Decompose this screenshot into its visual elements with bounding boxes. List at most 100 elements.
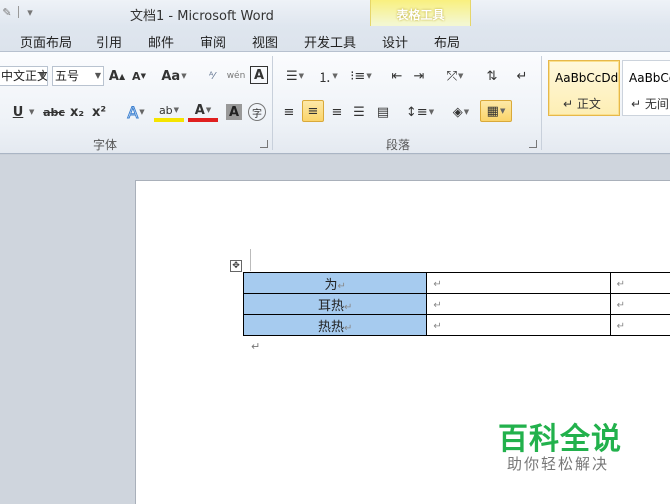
justify-button[interactable]: ☰ [350, 102, 368, 122]
show-marks-button[interactable]: ↵ [514, 66, 530, 86]
numbering-button[interactable]: ⒈ ▼ [314, 66, 342, 86]
table-cell[interactable]: ↵ [609, 293, 670, 315]
strikethrough-button[interactable]: abc [42, 102, 66, 122]
chevron-down-icon[interactable]: ▾ [23, 5, 37, 19]
table-cell[interactable]: 热热↵ [242, 314, 428, 336]
text-effects-button[interactable]: A ▼ [122, 102, 150, 122]
enclose-characters-icon: 字 [252, 108, 262, 120]
font-color-button[interactable]: A ▼ [188, 102, 218, 122]
end-of-cell-mark: ↵ [343, 301, 353, 313]
bullets-icon: ☰ [285, 68, 298, 84]
watermark-subtitle: 助你轻松解决 [507, 455, 610, 473]
chevron-down-icon: ▼ [38, 71, 45, 80]
change-case-icon: Aa [161, 68, 181, 84]
align-right-button[interactable]: ≡ [328, 102, 346, 122]
chevron-down-icon[interactable]: ▼ [29, 108, 34, 116]
table-cell[interactable]: ↵ [426, 314, 611, 336]
shrink-font-button[interactable]: A ▼ [130, 66, 148, 86]
shading-button[interactable]: ◈ ▼ [446, 102, 476, 122]
distribute-button[interactable]: ▤ [374, 102, 392, 122]
group-divider [272, 56, 273, 150]
borders-icon: ▦ [486, 103, 499, 119]
paragraph-mark-icon: ↵ [251, 340, 261, 353]
grow-font-button[interactable]: A ▲ [108, 66, 126, 86]
style-no-spacing[interactable]: AaBbCc ↵ 无间 [622, 60, 670, 116]
table-row: 为↵ ↵ ↵ [242, 272, 670, 294]
paint-bucket-icon: ◈ [452, 104, 463, 120]
sort-button[interactable]: ⇅ [482, 66, 502, 86]
char-shading-icon: A [228, 104, 240, 120]
shrink-font-icon: A [132, 69, 141, 83]
table-cell[interactable]: ↵ [426, 272, 611, 294]
subscript-icon: x₂ [69, 104, 85, 120]
quick-access-toolbar: ✎ ▾ [0, 3, 37, 21]
tab-view[interactable]: 视图 [252, 32, 278, 51]
table-cell[interactable]: 耳热↵ [242, 293, 428, 315]
end-of-cell-mark: ↵ [433, 320, 442, 332]
paragraph-mark-icon: ↵ [516, 68, 528, 84]
chevron-down-icon: ▼ [94, 71, 101, 80]
font-dialog-launcher[interactable] [260, 140, 268, 148]
table-cell[interactable]: ↵ [609, 314, 670, 336]
table-cell[interactable]: 为↵ [242, 272, 428, 294]
table-move-handle-icon[interactable]: ✥ [230, 260, 242, 272]
cell-text: 耳热 [317, 298, 344, 314]
style-name-label: 无间 [644, 97, 669, 111]
paragraph-group-label: 段落 [386, 138, 411, 152]
highlight-button[interactable]: ab ▼ [154, 102, 184, 122]
document-table[interactable]: 为↵ ↵ ↵ 耳热↵ ↵ ↵ 热热↵ ↵ ↵ [242, 272, 670, 336]
edit-icon[interactable]: ✎ [0, 5, 14, 19]
align-right-icon: ≡ [331, 104, 343, 120]
group-divider [541, 56, 542, 150]
end-of-cell-mark: ↵ [343, 322, 353, 334]
bullets-button[interactable]: ☰ ▼ [282, 66, 308, 86]
font-color-icon: A [194, 102, 205, 118]
underline-button[interactable]: U [10, 102, 26, 122]
style-name: ↵ 正文 [563, 97, 601, 111]
superscript-button[interactable]: x² [90, 102, 108, 122]
end-of-cell-mark: ↵ [616, 299, 626, 311]
sort-icon: ⇅ [486, 68, 498, 84]
style-normal[interactable]: AaBbCcDd ↵ 正文 [548, 60, 620, 116]
tab-page-layout[interactable]: 页面布局 [20, 32, 72, 51]
change-case-button[interactable]: Aa ▼ [160, 66, 188, 86]
end-of-cell-mark: ↵ [337, 280, 346, 292]
char-border-button[interactable]: A [250, 66, 268, 84]
align-center-icon: ≡ [307, 103, 319, 119]
decrease-indent-icon: ⇤ [391, 68, 403, 84]
subscript-button[interactable]: x₂ [68, 102, 86, 122]
tab-design[interactable]: 设计 [382, 32, 408, 51]
font-name-combo[interactable]: 中文正文 ▼ [0, 66, 48, 86]
tab-developer[interactable]: 开发工具 [304, 32, 356, 51]
char-shading-button[interactable]: A [226, 104, 242, 120]
tab-mailings[interactable]: 邮件 [148, 32, 174, 51]
chinese-layout-button[interactable]: ⤱ ▼ [440, 66, 470, 86]
decrease-indent-button[interactable]: ⇤ [388, 66, 406, 86]
clear-format-icon: ᴬ⁄ [209, 70, 215, 82]
line-spacing-button[interactable]: ↕≡ ▼ [406, 102, 434, 122]
borders-button[interactable]: ▦ ▼ [480, 100, 512, 122]
align-center-button[interactable]: ≡ [302, 100, 324, 122]
table-cell[interactable]: ↵ [426, 293, 611, 315]
tab-references[interactable]: 引用 [96, 32, 122, 51]
increase-indent-icon: ⇥ [413, 68, 425, 84]
tab-layout[interactable]: 布局 [434, 32, 460, 51]
increase-indent-button[interactable]: ⇥ [410, 66, 428, 86]
enclose-characters-button[interactable]: 字 [248, 103, 266, 121]
text-margin-guide [250, 249, 251, 271]
text-effects-icon: A [127, 102, 139, 122]
clear-format-button[interactable]: ᴬ⁄ [202, 66, 222, 86]
align-left-icon: ≡ [283, 104, 295, 120]
strikethrough-icon: abc [43, 105, 65, 119]
table-row: 耳热↵ ↵ ↵ [242, 293, 670, 315]
ribbon-tabs: 页面布局 引用 邮件 审阅 视图 开发工具 设计 布局 [0, 26, 670, 52]
table-cell[interactable]: ↵ [609, 272, 670, 294]
phonetic-guide-button[interactable]: wén [225, 66, 247, 86]
font-group-label: 字体 [93, 138, 118, 152]
font-size-combo[interactable]: 五号 ▼ [52, 66, 104, 86]
tab-review[interactable]: 审阅 [200, 32, 226, 51]
multilevel-list-button[interactable]: ⁝≡ ▼ [346, 66, 376, 86]
end-of-cell-mark: ↵ [433, 299, 442, 311]
align-left-button[interactable]: ≡ [280, 102, 298, 122]
paragraph-dialog-launcher[interactable] [529, 140, 537, 148]
